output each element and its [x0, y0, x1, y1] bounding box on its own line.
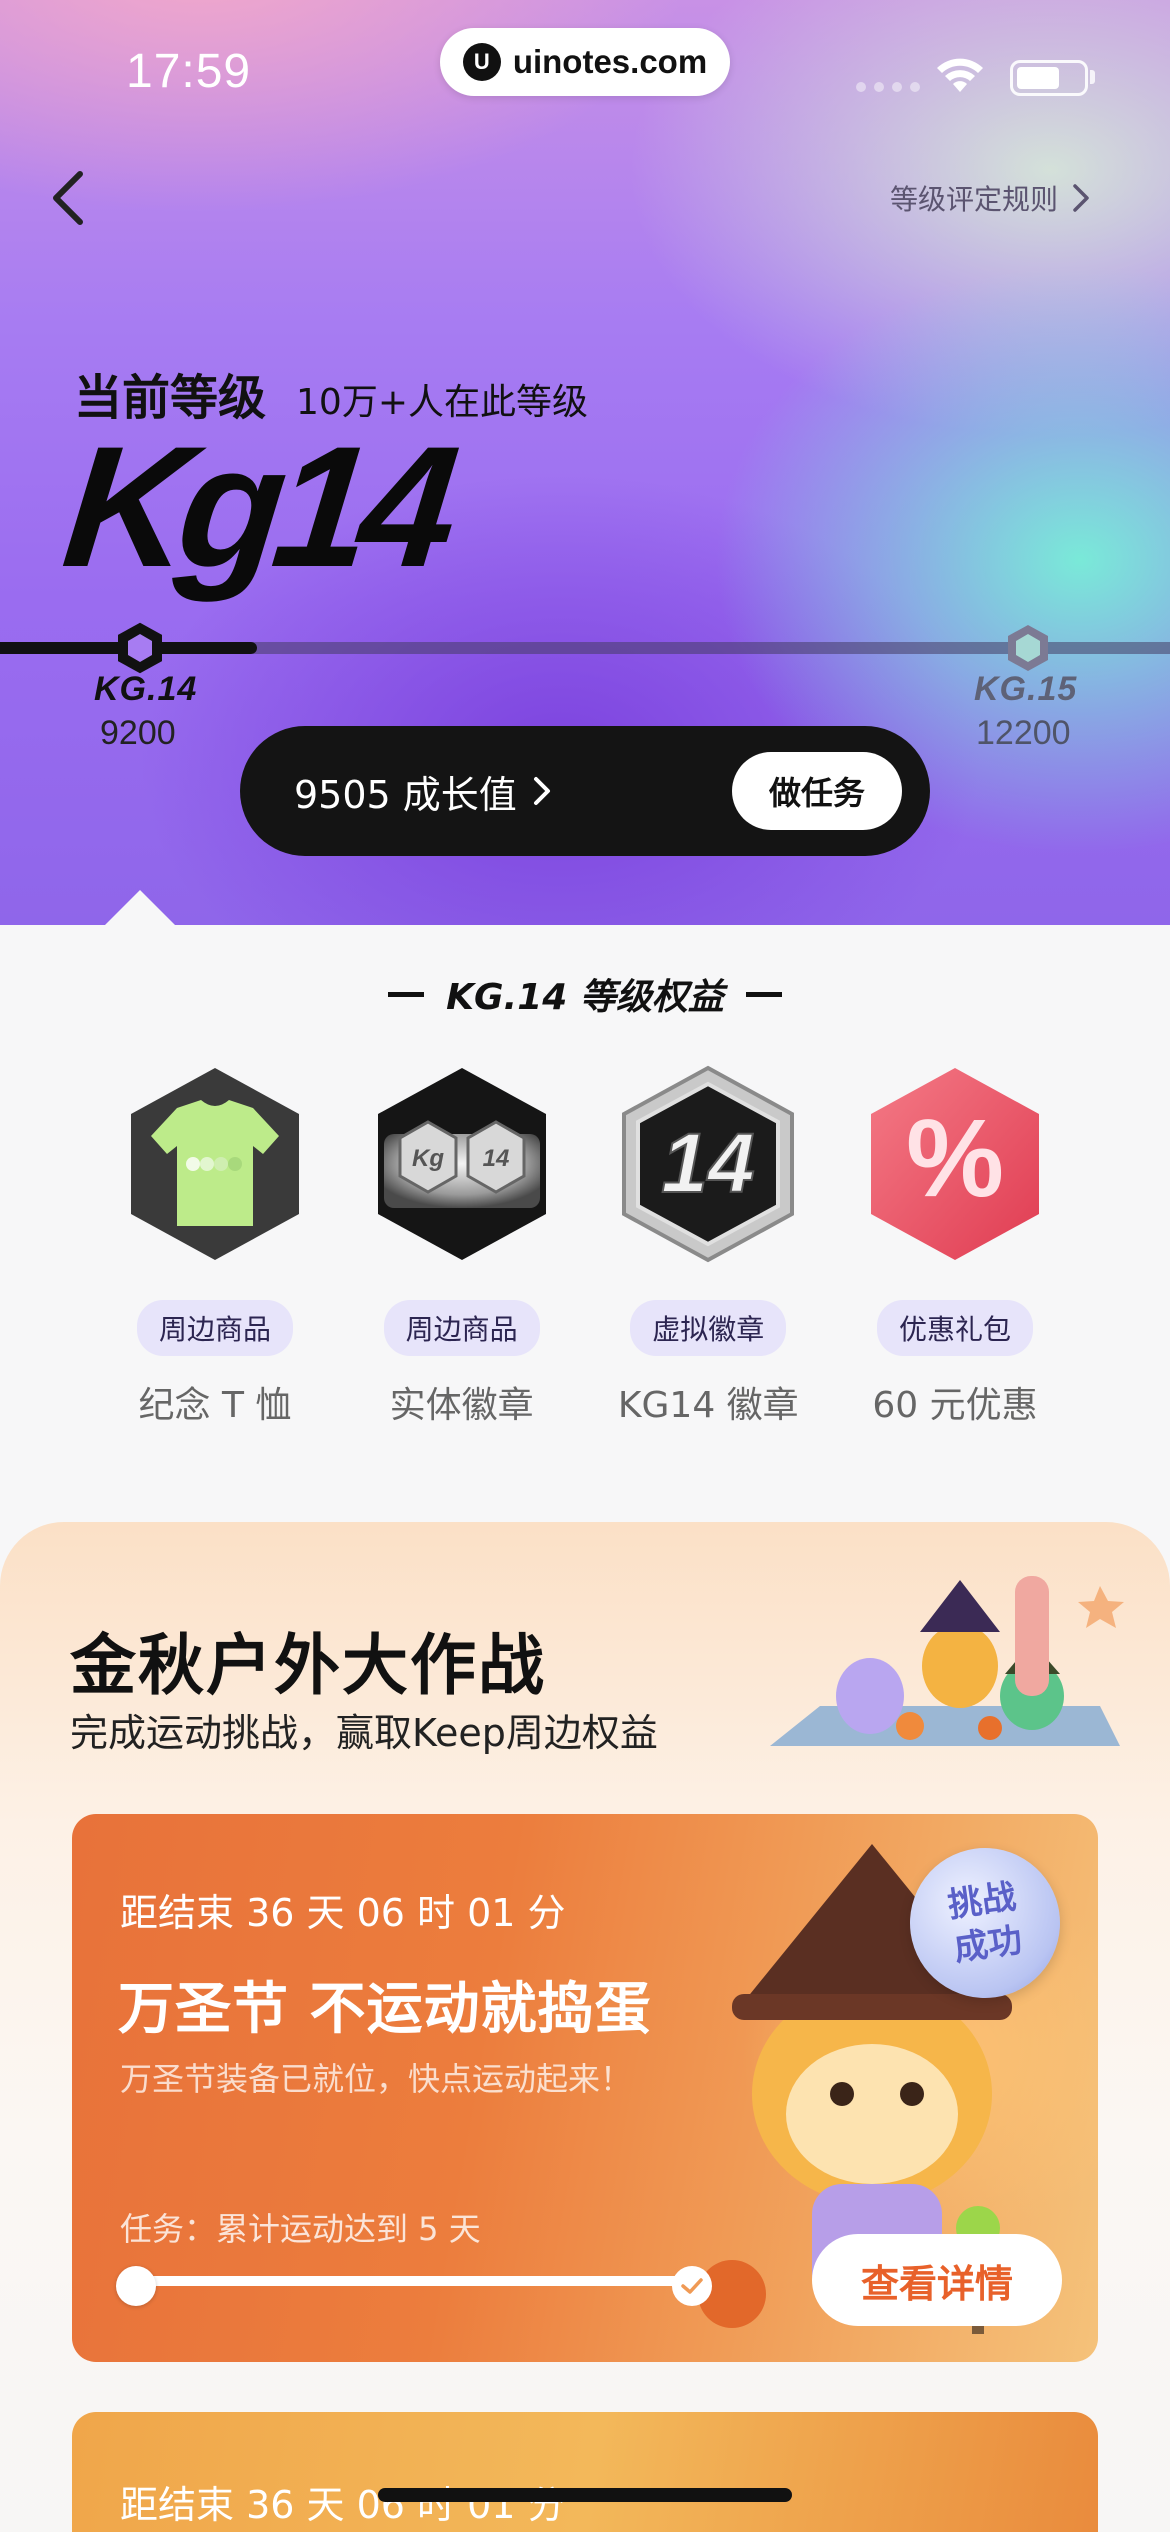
challenge-title: 万圣节 不运动就捣蛋	[118, 1977, 652, 2042]
site-logo-icon: U	[462, 43, 501, 81]
benefit-name: 实体徽章	[389, 1385, 534, 1426]
benefit-item[interactable]: Kg 14 周边商品 实体徽章	[357, 1064, 567, 1428]
wifi-icon	[937, 58, 983, 92]
current-level-threshold: 9200	[100, 714, 176, 752]
signal-icon	[856, 82, 920, 92]
event-subtitle: 完成运动挑战，赢取Keep周边权益	[70, 1711, 658, 1755]
benefits-list: 周边商品 纪念 T 恤 Kg 14 周边商品 实体徽章 14 虚拟徽章 KG14…	[110, 1064, 1060, 1428]
rules-link-label: 等级评定规则	[890, 183, 1059, 216]
challenge-progress-start-knob	[116, 2266, 156, 2306]
url-text: uinotes.com	[512, 43, 708, 80]
benefit-tag: 周边商品	[383, 1300, 540, 1356]
back-button[interactable]	[50, 166, 100, 230]
current-level-label: KG.14	[94, 670, 198, 708]
benefits-title: KG.14 等级权益	[446, 977, 724, 1018]
view-details-button[interactable]: 查看详情	[812, 2234, 1062, 2326]
check-icon	[672, 2266, 712, 2306]
battery-icon	[1010, 60, 1088, 96]
next-level-node-icon	[1008, 625, 1048, 671]
svg-text:%: %	[906, 1097, 1004, 1220]
challenge-progress-track	[120, 2276, 688, 2286]
tab-pointer	[104, 890, 176, 925]
chevron-left-icon	[53, 171, 83, 225]
discount-icon: %	[870, 1068, 1039, 1260]
chevron-right-icon	[1073, 184, 1089, 212]
next-level-threshold: 12200	[976, 714, 1071, 752]
next-level-label: KG.15	[974, 670, 1078, 708]
benefit-tag: 周边商品	[136, 1300, 293, 1356]
do-tasks-button[interactable]: 做任务	[732, 752, 902, 830]
growth-value-bar[interactable]: 9505 成长值 做任务	[240, 726, 930, 856]
url-pill[interactable]: U uinotes.com	[440, 28, 730, 96]
event-mascots-illustration	[770, 1576, 1124, 1746]
kg14-badge-icon: 14	[622, 1065, 795, 1263]
challenge-card[interactable]: 距结束 36 天 06 时 01 分	[72, 2412, 1098, 2532]
challenge-description: 万圣节装备已就位，快点运动起来！	[120, 2060, 633, 2098]
level-hero: 17:59 U uinotes.com 等级评定规则 当前等级 10万+人在此等…	[0, 0, 1170, 925]
benefits-heading: KG.14 等级权益	[0, 968, 1170, 1020]
svg-text:Kg: Kg	[412, 1145, 444, 1172]
tshirt-icon	[131, 1068, 299, 1260]
event-title: 金秋户外大作战	[70, 1627, 546, 1704]
svg-text:14: 14	[662, 1116, 755, 1210]
benefit-item[interactable]: 14 虚拟徽章 KG14 徽章	[603, 1064, 813, 1428]
status-time: 17:59	[126, 45, 252, 98]
level-progress-track	[0, 642, 1170, 654]
chevron-right-icon	[533, 777, 550, 805]
benefit-item[interactable]: 周边商品 纪念 T 恤	[110, 1064, 320, 1428]
benefit-tag: 虚拟徽章	[630, 1300, 787, 1356]
current-level-logo: Kg14	[55, 411, 457, 603]
benefit-item[interactable]: % 优惠礼包 60 元优惠	[850, 1064, 1060, 1428]
growth-value: 9505 成长值	[294, 772, 517, 817]
home-indicator[interactable]	[378, 2488, 792, 2502]
level-rules-link[interactable]: 等级评定规则	[890, 178, 1090, 218]
benefit-tag: 优惠礼包	[876, 1300, 1033, 1356]
current-level-node-icon	[118, 622, 162, 674]
benefit-name: 60 元优惠	[872, 1385, 1038, 1426]
benefit-name: 纪念 T 恤	[138, 1385, 292, 1426]
challenge-task: 任务：累计运动达到 5 天	[120, 2210, 481, 2248]
challenge-card[interactable]: 挑战 成功 距结束 36 天 06 时 01 分 万圣节 不运动就捣蛋 万圣节装备…	[72, 1814, 1098, 2362]
challenge-countdown: 距结束 36 天 06 时 01 分	[120, 1891, 566, 1935]
physical-badge-icon: Kg 14	[377, 1068, 546, 1260]
svg-text:14: 14	[482, 1145, 509, 1172]
benefit-name: KG14 徽章	[617, 1385, 799, 1426]
